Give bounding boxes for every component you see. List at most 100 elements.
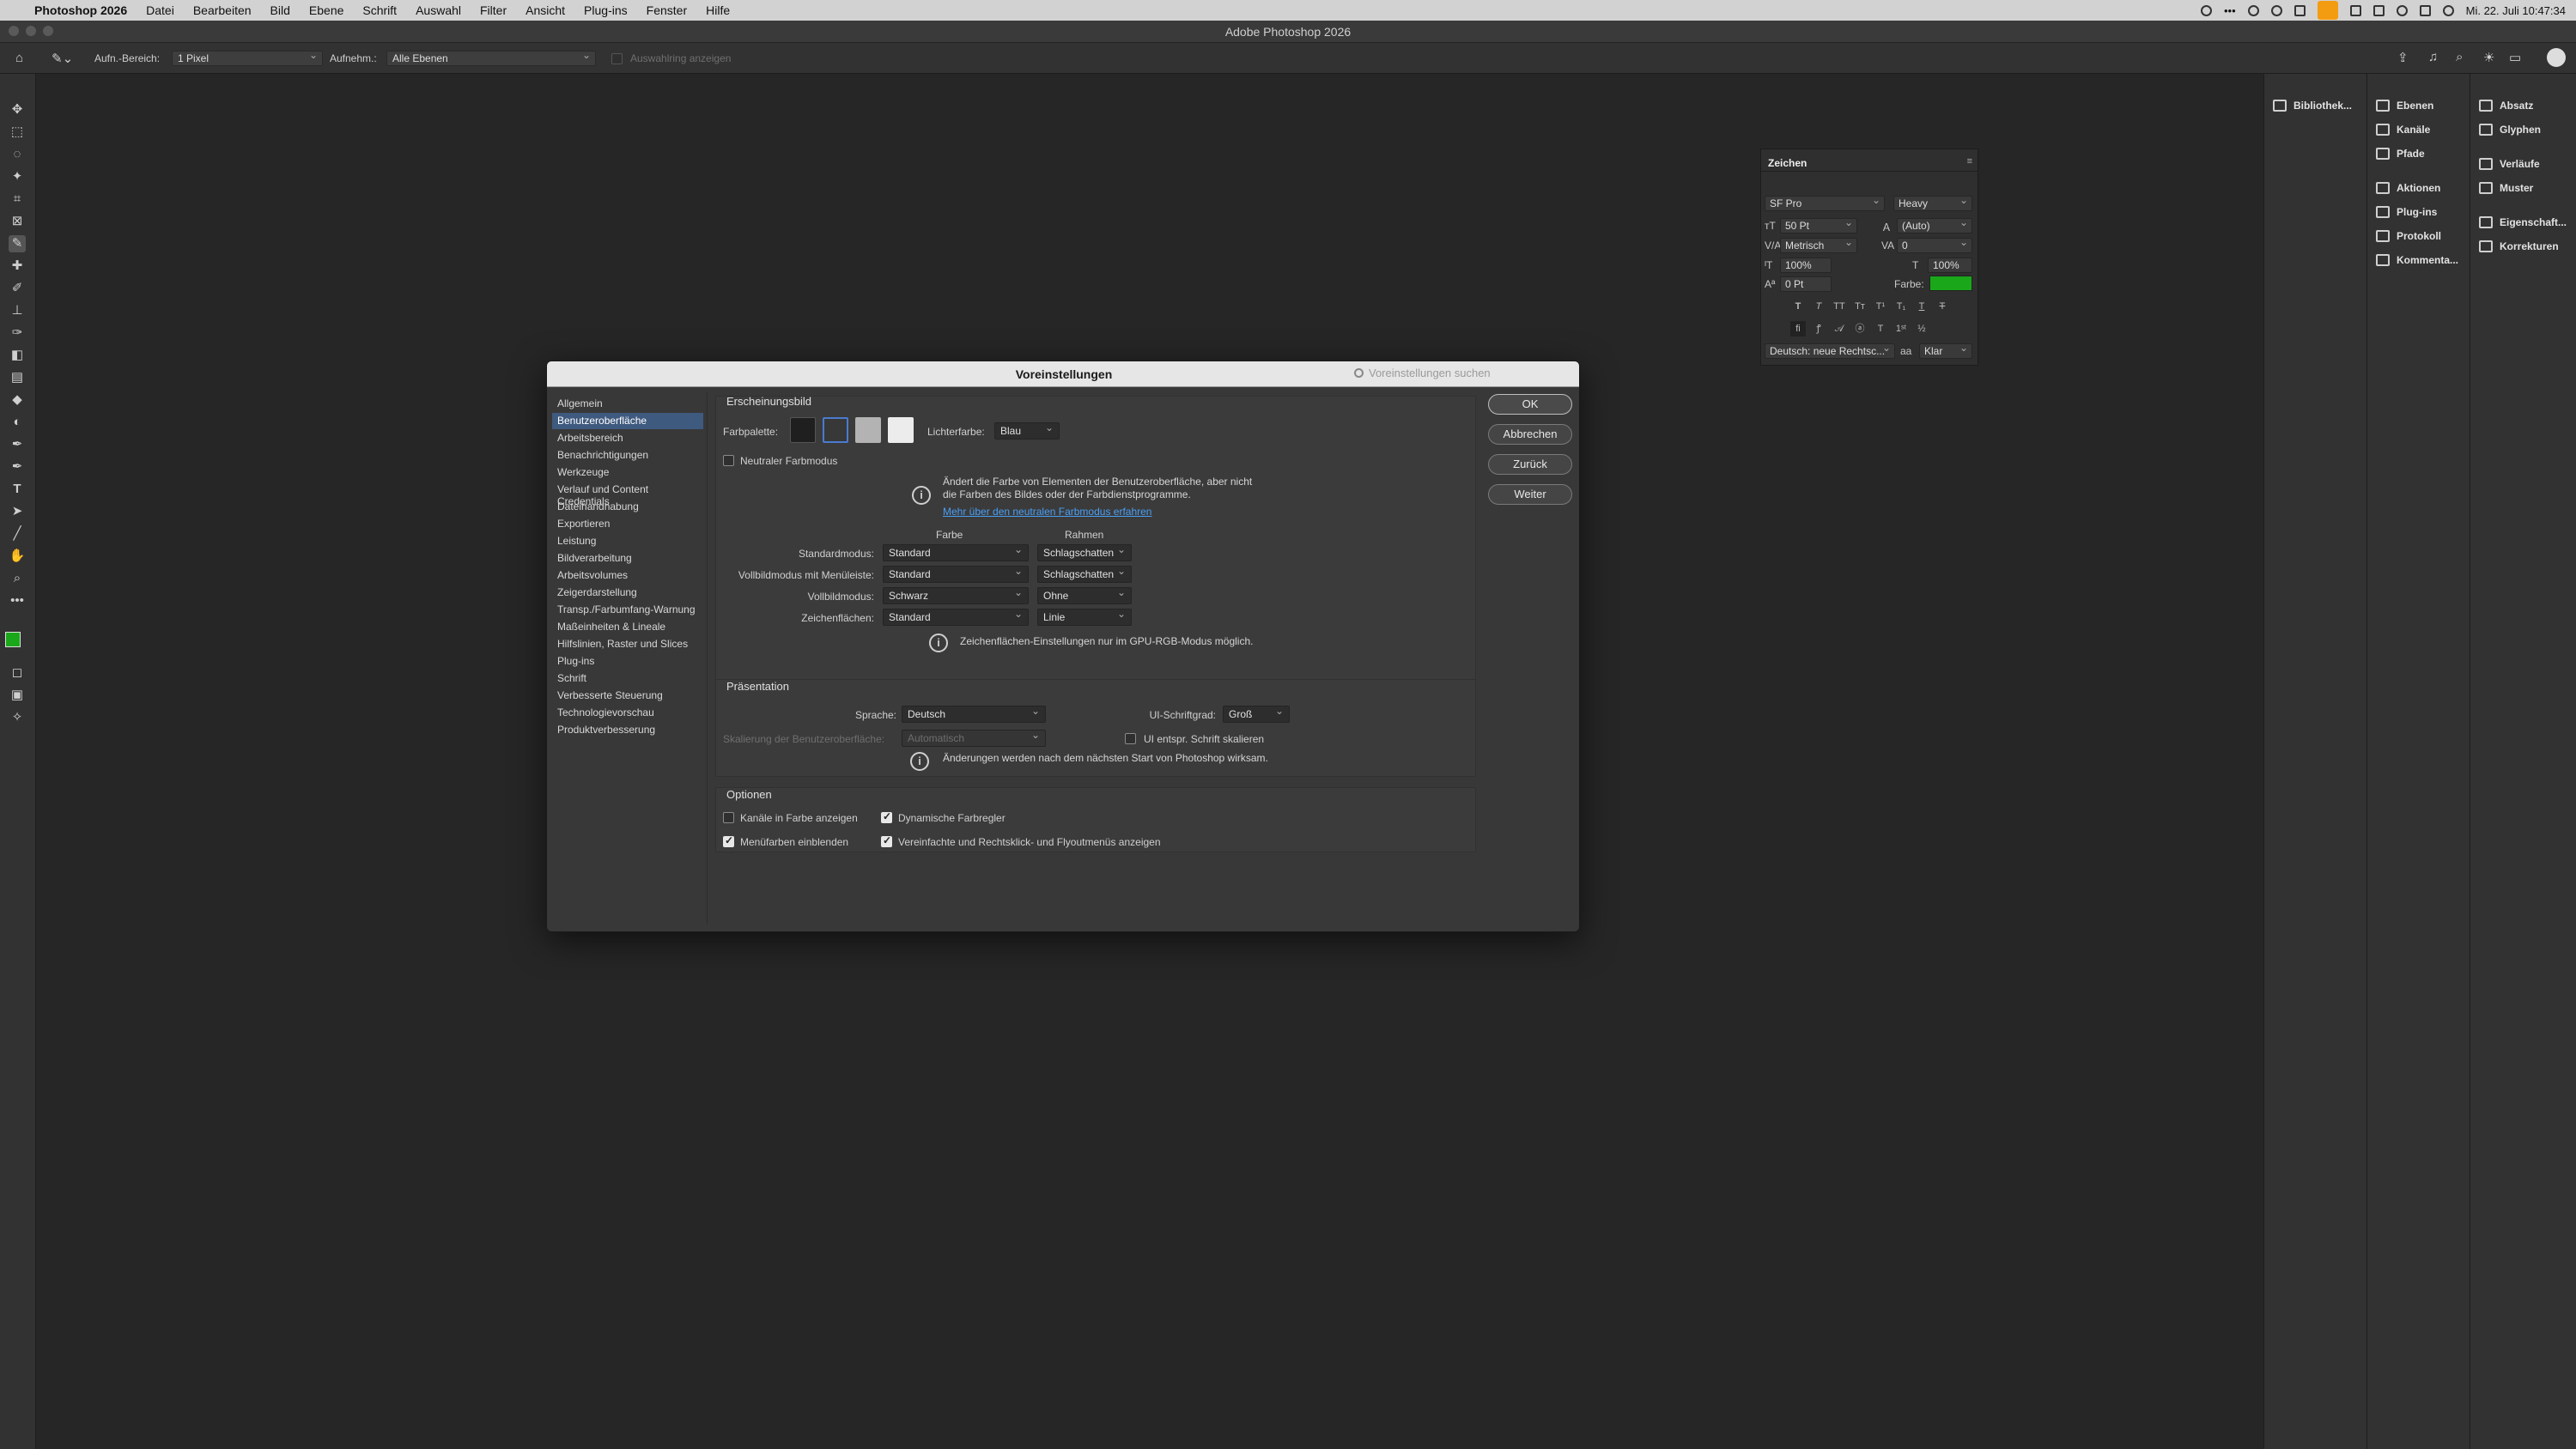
menu-bearbeiten[interactable]: Bearbeiten	[193, 3, 252, 17]
siri-icon[interactable]	[2442, 4, 2454, 16]
type-tool-icon[interactable]: T	[9, 481, 26, 498]
swash-icon[interactable]: 𝒜	[1832, 321, 1847, 336]
menu-ansicht[interactable]: Ansicht	[526, 3, 565, 17]
palette-swatch-lightest[interactable]	[888, 417, 914, 443]
clock[interactable]: Mi. 22. Juli 10:47:34	[2466, 4, 2566, 17]
category-zeigerdarstellung[interactable]: Zeigerdarstellung	[552, 585, 703, 601]
frame-tool-icon[interactable]: ⊠	[9, 213, 26, 230]
blur-tool-icon[interactable]: ◆	[9, 391, 26, 409]
palette-swatch-light[interactable]	[855, 417, 881, 443]
category-plugins[interactable]: Plug-ins	[552, 653, 703, 670]
channels-panel-button[interactable]: Kanäle	[2376, 124, 2430, 136]
menu-ebene[interactable]: Ebene	[309, 3, 343, 17]
hand-tool-icon[interactable]: ✋	[9, 548, 26, 565]
category-exportieren[interactable]: Exportieren	[552, 516, 703, 532]
ligatures-icon[interactable]: fi	[1790, 321, 1806, 336]
menu-bild[interactable]: Bild	[270, 3, 290, 17]
category-benutzeroberflaeche[interactable]: Benutzeroberfläche	[552, 413, 703, 429]
plugins-panel-button[interactable]: Plug-ins	[2376, 206, 2437, 218]
standard-mode-border-select[interactable]: Schlagschatten	[1037, 543, 1132, 561]
control-center-icon[interactable]	[2419, 4, 2431, 16]
neutral-mode-checkbox[interactable]	[723, 455, 734, 466]
brush-tool-icon[interactable]: ✐	[9, 280, 26, 297]
language-select[interactable]: Deutsch	[902, 705, 1046, 723]
category-bildverarbeitung[interactable]: Bildverarbeitung	[552, 550, 703, 567]
strikethrough-icon[interactable]: T	[1935, 299, 1950, 314]
history-panel-button[interactable]: Protokoll	[2376, 230, 2441, 242]
menu-colors-checkbox[interactable]	[723, 834, 734, 847]
pen-tool-icon[interactable]: ✒	[9, 436, 26, 453]
tracking-input[interactable]: 0	[1897, 236, 1972, 253]
next-button[interactable]: Weiter	[1488, 484, 1572, 505]
ordinals-icon[interactable]: 1ˢᵗ	[1893, 321, 1909, 336]
status-icon-3[interactable]	[2293, 4, 2306, 16]
eyedropper-preset-icon[interactable]: ✎⌄	[52, 51, 73, 66]
status-icon[interactable]	[2247, 4, 2259, 16]
history-brush-icon[interactable]: ✑	[9, 324, 26, 342]
line-tool-icon[interactable]: ╱	[9, 525, 26, 543]
superscript-icon[interactable]: T¹	[1873, 299, 1888, 314]
category-transparenz-farbumfang[interactable]: Transp./Farbumfang-Warnung	[552, 602, 703, 618]
more-icon[interactable]: •••	[2224, 4, 2236, 17]
artboards-border-select[interactable]: Linie	[1037, 608, 1132, 626]
subscript-icon[interactable]: T₁	[1893, 299, 1909, 314]
standard-mode-color-select[interactable]: Standard	[883, 543, 1029, 561]
discover-icon[interactable]: ☀	[2483, 50, 2494, 65]
text-color-swatch[interactable]	[1929, 276, 1972, 291]
all-caps-icon[interactable]: TT	[1832, 299, 1847, 314]
category-werkzeuge[interactable]: Werkzeuge	[552, 464, 703, 481]
fullscreen-menu-color-select[interactable]: Standard	[883, 565, 1029, 583]
show-ring-checkbox[interactable]	[611, 53, 623, 64]
more-tools-icon[interactable]: •••	[9, 592, 26, 609]
fullscreen-border-select[interactable]: Ohne	[1037, 586, 1132, 604]
vertical-scale-input[interactable]: 100%	[1780, 258, 1832, 273]
menu-schrift[interactable]: Schrift	[362, 3, 397, 17]
actions-panel-button[interactable]: Aktionen	[2376, 182, 2440, 194]
font-family-select[interactable]: SF Pro	[1765, 194, 1885, 211]
menu-auswahl[interactable]: Auswahl	[416, 3, 461, 17]
app-menu[interactable]: Photoshop 2026	[34, 3, 127, 17]
back-button[interactable]: Zurück	[1488, 454, 1572, 475]
glyphs-panel-button[interactable]: Glyphen	[2479, 124, 2541, 136]
ok-button[interactable]: OK	[1488, 394, 1572, 415]
comments-panel-button[interactable]: Kommenta...	[2376, 254, 2458, 266]
titling-alternates-icon[interactable]: T	[1873, 321, 1888, 336]
properties-panel-button[interactable]: Eigenschaft...	[2479, 216, 2567, 228]
search-icon[interactable]: ⌕	[2456, 50, 2463, 64]
category-allgemein[interactable]: Allgemein	[552, 396, 703, 412]
gradients-panel-button[interactable]: Verläufe	[2479, 158, 2540, 170]
character-panel-tab[interactable]: Zeichen	[1761, 149, 1978, 172]
small-caps-icon[interactable]: Tт	[1852, 299, 1868, 314]
time-machine-icon[interactable]	[2200, 4, 2212, 16]
menu-plugins[interactable]: Plug-ins	[584, 3, 628, 17]
lasso-tool-icon[interactable]: ◌	[9, 146, 26, 163]
horizontal-scale-input[interactable]: 100%	[1928, 258, 1972, 273]
generate-icon[interactable]: ✧	[9, 709, 26, 726]
dodge-tool-icon[interactable]: ◐	[9, 414, 26, 431]
simplified-menus-checkbox[interactable]	[881, 834, 892, 847]
move-tool-icon[interactable]: ✥	[9, 101, 26, 118]
battery-icon[interactable]	[2372, 4, 2385, 16]
antialias-select[interactable]: Klar	[1919, 342, 1972, 359]
cancel-button[interactable]: Abbrechen	[1488, 424, 1572, 445]
category-benachrichtigungen[interactable]: Benachrichtigungen	[552, 447, 703, 464]
menu-filter[interactable]: Filter	[480, 3, 507, 17]
adjustments-panel-button[interactable]: Korrekturen	[2479, 240, 2559, 252]
language-select[interactable]: Deutsch: neue Rechtsc...	[1765, 342, 1895, 359]
ui-font-size-select[interactable]: Groß	[1223, 705, 1290, 723]
screen-mode-icon[interactable]: ▣	[9, 687, 26, 704]
menu-hilfe[interactable]: Hilfe	[706, 3, 730, 17]
crop-tool-icon[interactable]: ⌗	[9, 191, 26, 208]
faux-bold-icon[interactable]: T	[1790, 299, 1806, 314]
neutral-mode-link[interactable]: Mehr über den neutralen Farbmodus erfahr…	[943, 506, 1151, 518]
microphone-icon[interactable]	[2317, 1, 2338, 20]
category-masseinheiten[interactable]: Maßeinheiten & Lineale	[552, 619, 703, 635]
magic-wand-tool-icon[interactable]: ✦	[9, 168, 26, 185]
scale-ui-font-checkbox[interactable]	[1125, 733, 1136, 744]
category-produktverbesserung[interactable]: Produktverbesserung	[552, 722, 703, 738]
bell-icon[interactable]: ♫	[2428, 50, 2438, 64]
stamp-tool-icon[interactable]: ⊥	[9, 302, 26, 319]
baseline-shift-input[interactable]: 0 Pt	[1780, 276, 1832, 292]
highlight-color-select[interactable]: Blau	[994, 421, 1060, 440]
sample-size-select[interactable]: 1 Pixel	[172, 49, 323, 66]
